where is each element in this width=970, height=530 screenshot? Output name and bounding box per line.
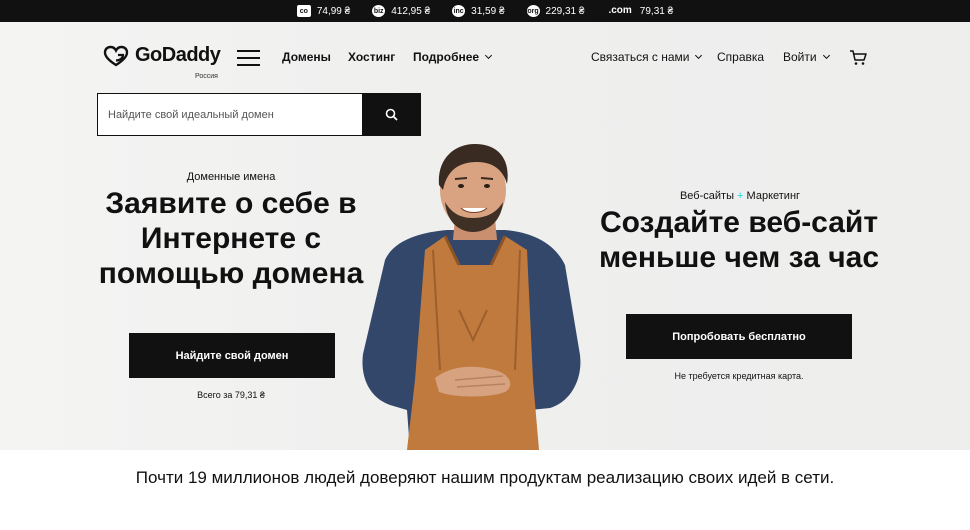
domain-price-bar: co 74,99 ₴ biz 412,95 ₴ inc 31,59 ₴ org … bbox=[0, 0, 970, 22]
org-badge-icon: org bbox=[526, 5, 540, 17]
tld-price: 412,95 ₴ bbox=[391, 5, 431, 17]
menu-icon[interactable] bbox=[237, 50, 260, 66]
right-eyebrow-plus: + bbox=[737, 190, 744, 202]
domain-search-input[interactable] bbox=[98, 94, 362, 135]
tld-price-co[interactable]: co 74,99 ₴ bbox=[296, 5, 351, 17]
nav-login-label: Войти bbox=[783, 50, 817, 64]
biz-badge-icon: biz bbox=[372, 5, 386, 17]
chevron-down-icon bbox=[485, 51, 493, 60]
trust-text: Почти 19 миллионов людей доверяют нашим … bbox=[135, 468, 835, 487]
tld-price: 79,31 ₴ bbox=[639, 5, 674, 17]
tld-price-org[interactable]: org 229,31 ₴ bbox=[526, 5, 585, 17]
tld-price: 229,31 ₴ bbox=[545, 5, 585, 17]
find-domain-button[interactable]: Найдите свой домен bbox=[129, 333, 335, 378]
page: co 74,99 ₴ biz 412,95 ₴ inc 31,59 ₴ org … bbox=[0, 0, 970, 530]
cart-icon[interactable] bbox=[849, 49, 867, 71]
right-no-card-note: Не требуется кредитная карта. bbox=[674, 371, 804, 381]
left-headline: Заявите о себе в Интернете с помощью дом… bbox=[70, 186, 392, 291]
left-price-note: Всего за 79,31 ₴ bbox=[197, 390, 265, 400]
try-free-button[interactable]: Попробовать бесплатно bbox=[626, 314, 852, 359]
right-eyebrow-a: Веб-сайты bbox=[679, 190, 734, 202]
right-headline: Создайте веб-сайт меньше чем за час bbox=[580, 205, 898, 275]
com-badge-icon: .com bbox=[608, 5, 632, 16]
left-eyebrow: Доменные имена bbox=[186, 171, 276, 183]
nav-help[interactable]: Справка bbox=[717, 50, 764, 64]
chevron-down-icon bbox=[695, 51, 703, 60]
search-button[interactable] bbox=[362, 94, 420, 135]
nav-help-label: Справка bbox=[717, 50, 765, 64]
co-badge-icon: co bbox=[296, 5, 311, 17]
right-headline-line: меньше чем за час bbox=[598, 241, 880, 275]
chevron-down-icon bbox=[822, 51, 830, 60]
tld-price-inc[interactable]: inc 31,59 ₴ bbox=[452, 5, 505, 17]
godaddy-logo[interactable]: GoDaddy bbox=[103, 44, 221, 67]
left-headline-line: помощью домена bbox=[98, 257, 364, 291]
right-eyebrow: Веб-сайты + Маркетинг bbox=[640, 190, 840, 202]
left-headline-line: Интернете с bbox=[140, 222, 322, 256]
tld-price: 74,99 ₴ bbox=[316, 5, 351, 17]
nav-contact[interactable]: Связаться с нами bbox=[591, 50, 703, 64]
domain-search bbox=[97, 93, 421, 136]
nav-more-label: Подробнее bbox=[413, 50, 480, 64]
nav-hosting-label: Хостинг bbox=[348, 50, 396, 64]
hero-person-image bbox=[362, 144, 581, 450]
tld-price: 31,59 ₴ bbox=[471, 5, 505, 17]
nav-more[interactable]: Подробнее bbox=[413, 50, 493, 64]
right-headline-line: Создайте веб-сайт bbox=[599, 206, 879, 239]
right-eyebrow-b: Маркетинг bbox=[746, 190, 801, 202]
logo-region: Россия bbox=[195, 73, 218, 80]
trust-banner bbox=[0, 450, 970, 530]
nav-login[interactable]: Войти bbox=[783, 50, 830, 64]
nav-contact-label: Связаться с нами bbox=[591, 50, 690, 64]
logo-text: GoDaddy bbox=[135, 44, 221, 66]
nav-domains-label: Домены bbox=[282, 50, 331, 64]
inc-badge-icon: inc bbox=[452, 5, 466, 17]
godaddy-heart-icon bbox=[103, 45, 129, 66]
left-headline-line: Заявите о себе в bbox=[105, 187, 357, 220]
nav-domains[interactable]: Домены bbox=[282, 50, 331, 64]
nav-hosting[interactable]: Хостинг bbox=[348, 50, 395, 64]
tld-price-biz[interactable]: biz 412,95 ₴ bbox=[372, 5, 430, 17]
search-icon bbox=[385, 108, 398, 121]
tld-price-com[interactable]: .com 79,31 ₴ bbox=[606, 5, 673, 17]
